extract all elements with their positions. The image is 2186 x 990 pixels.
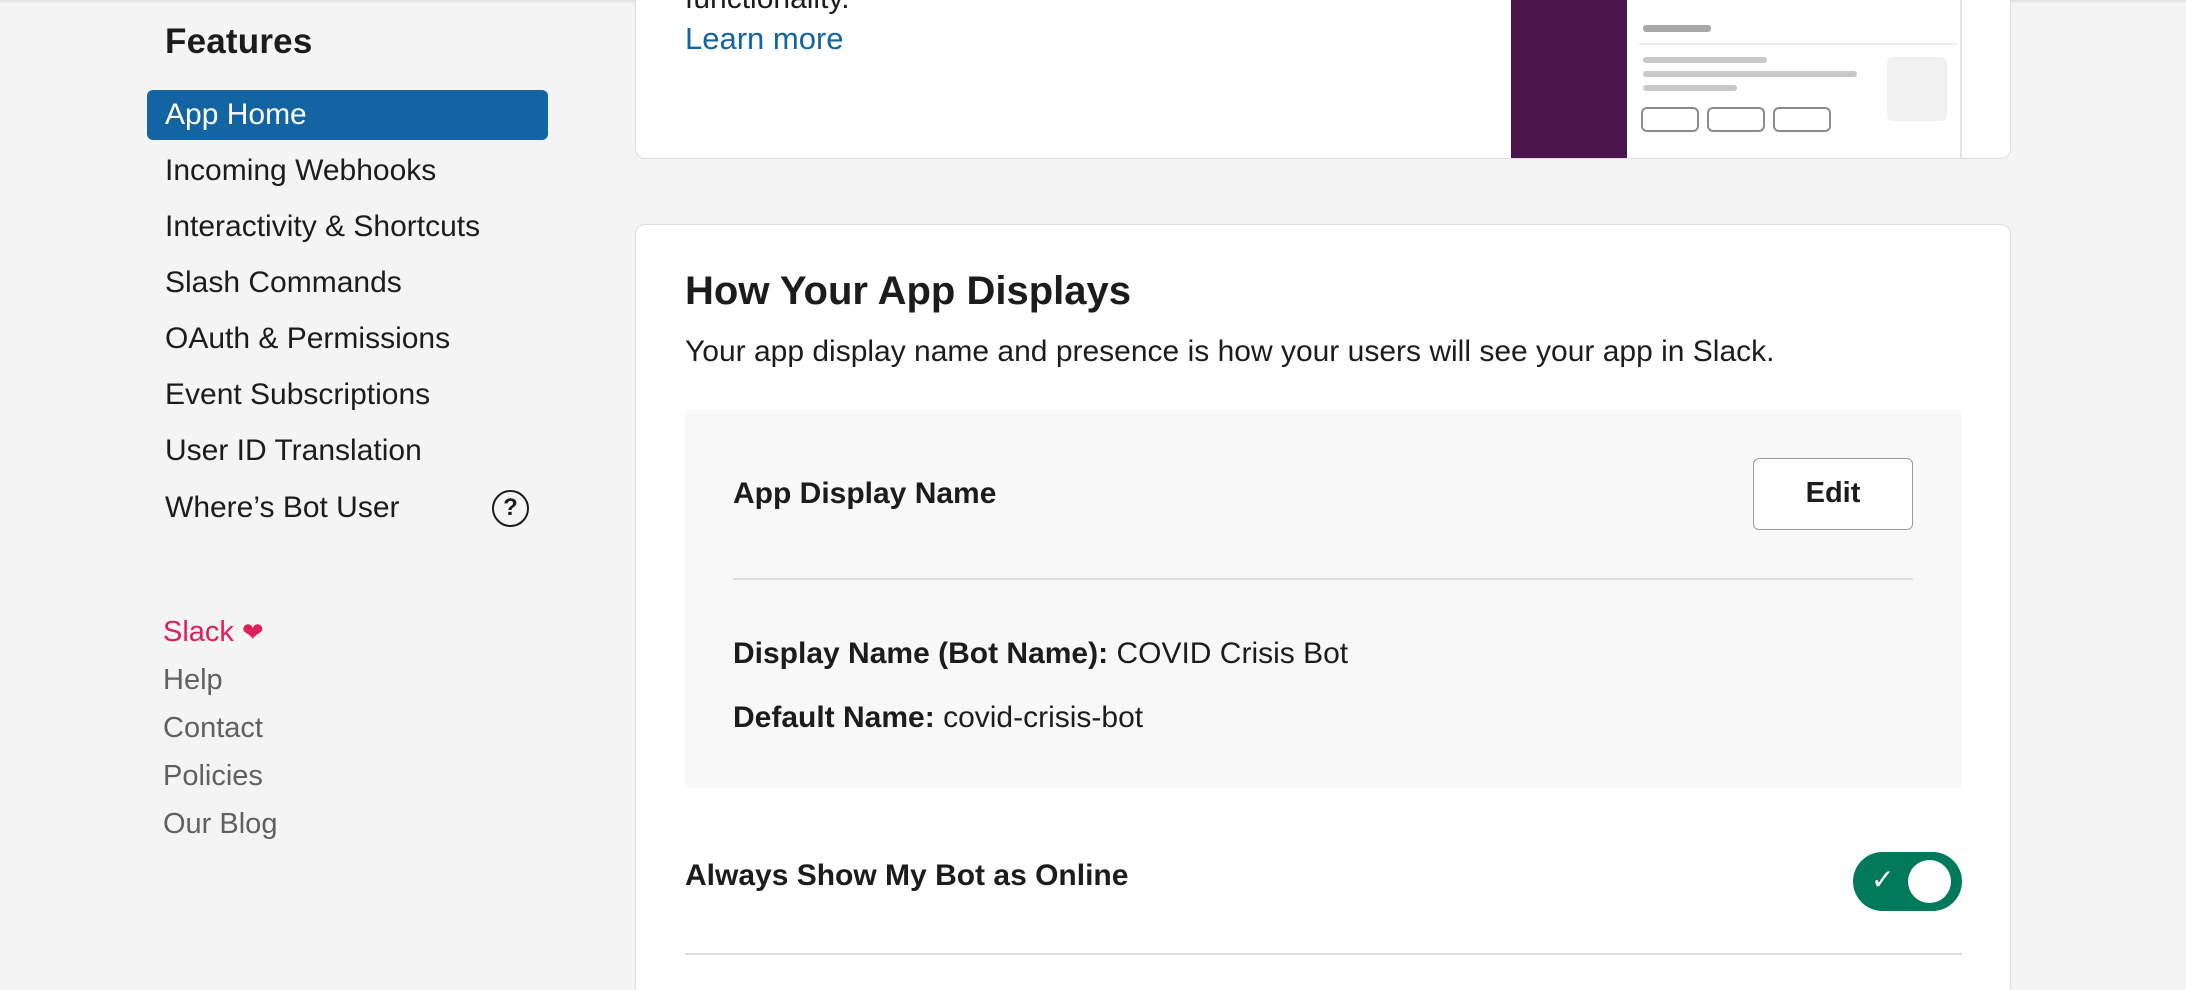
sidebar-item-label: Incoming Webhooks [165,154,437,187]
check-icon: ✓ [1871,864,1895,895]
app-home-illustration [1511,0,1962,158]
illustration-panel [1627,0,1962,158]
illustration-button [1773,107,1831,132]
sidebar-item-wheres-bot-user[interactable]: Where’s Bot User [147,483,467,533]
sidebar-item-event-subscriptions[interactable]: Event Subscriptions [147,370,548,420]
illustration-line [1643,25,1711,32]
display-name-key: Display Name (Bot Name): [733,637,1109,670]
help-icon[interactable]: ? [492,490,529,527]
sidebar-item-label: Event Subscriptions [165,378,431,411]
footer-blog-link[interactable]: Our Blog [163,808,277,841]
sidebar-item-label: User ID Translation [165,434,422,467]
app-display-name-panel: App Display Name Edit Display Name (Bot … [685,410,1962,788]
app-display-name-label: App Display Name [733,477,997,510]
display-name-value: COVID Crisis Bot [1116,637,1349,670]
sidebar-item-oauth-permissions[interactable]: OAuth & Permissions [147,314,548,364]
sidebar-item-label: Interactivity & Shortcuts [165,210,481,243]
illustration-line [1643,57,1767,63]
intro-text-fragment: functionality. [685,0,850,19]
divider [733,578,1913,580]
app-home-intro-card: functionality. Learn more [635,0,2011,159]
sidebar-item-app-home[interactable]: App Home [147,90,548,140]
display-name-row: Display Name (Bot Name): COVID Crisis Bo… [733,637,1348,671]
sidebar-item-label: App Home [165,98,307,131]
sidebar-item-user-id-translation[interactable]: User ID Translation [147,426,548,476]
section-description: Your app display name and presence is ho… [685,335,1775,368]
sidebar: Features App Home Incoming Webhooks Inte… [0,0,600,990]
divider [685,953,1962,955]
default-name-row: Default Name: covid-crisis-bot [733,701,1143,735]
edit-button[interactable]: Edit [1753,458,1913,530]
illustration-sidebar [1511,0,1627,158]
toggle-knob [1908,860,1951,903]
always-online-label: Always Show My Bot as Online [685,859,1129,892]
illustration-thumbnail [1887,57,1947,121]
footer-help-link[interactable]: Help [163,664,223,697]
sidebar-item-interactivity-shortcuts[interactable]: Interactivity & Shortcuts [147,202,548,252]
illustration-line [1639,43,1957,45]
sidebar-item-label: Slash Commands [165,266,402,299]
sidebar-item-label: Where’s Bot User [165,491,400,524]
footer-policies-link[interactable]: Policies [163,760,263,793]
sidebar-item-slash-commands[interactable]: Slash Commands [147,258,548,308]
default-name-value: covid-crisis-bot [943,701,1144,734]
default-name-key: Default Name: [733,701,935,734]
illustration-line [1643,71,1857,77]
heart-icon: ❤ [241,617,264,647]
footer-slack-link[interactable]: Slack ❤ [163,616,264,649]
section-title: How Your App Displays [685,269,1131,313]
illustration-button [1641,107,1699,132]
sidebar-item-label: OAuth & Permissions [165,322,451,355]
always-online-toggle[interactable]: ✓ [1853,852,1962,911]
footer-slack-label: Slack [163,616,234,648]
illustration-button [1707,107,1765,132]
how-your-app-displays-card: How Your App Displays Your app display n… [635,224,2011,990]
sidebar-section-title: Features [165,22,313,61]
sidebar-item-incoming-webhooks[interactable]: Incoming Webhooks [147,146,548,196]
illustration-line [1643,85,1737,91]
footer-contact-link[interactable]: Contact [163,712,263,745]
learn-more-link[interactable]: Learn more [685,21,844,57]
